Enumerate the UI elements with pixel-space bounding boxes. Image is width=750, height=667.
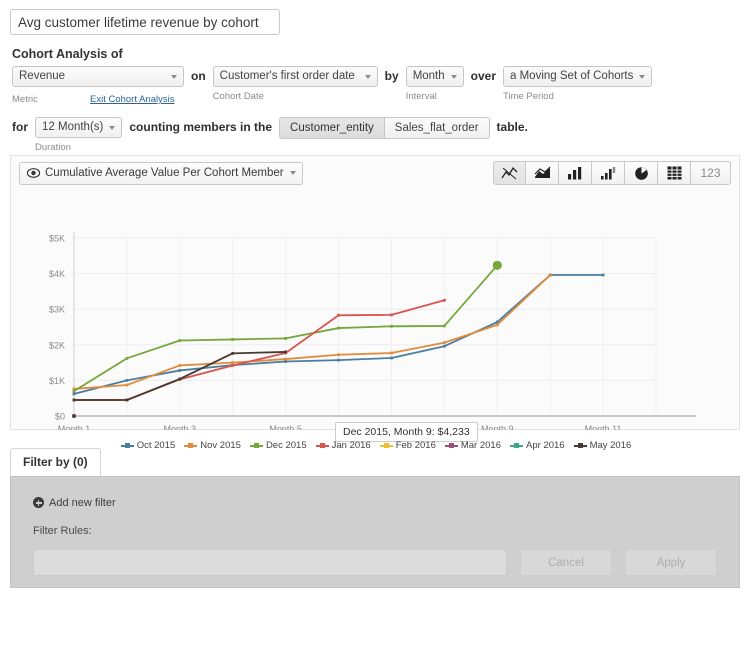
number-icon[interactable]: 123 bbox=[691, 161, 731, 185]
svg-text:Month 9: Month 9 bbox=[481, 424, 514, 430]
chart-panel: Cumulative Average Value Per Cohort Memb… bbox=[10, 155, 741, 451]
filter-rules-label: Filter Rules: bbox=[33, 525, 92, 537]
metric-control: Revenue Metric Exit Cohort Analysis bbox=[12, 66, 184, 105]
interval-value: Month bbox=[412, 70, 445, 82]
bar-chart-icon[interactable] bbox=[559, 161, 592, 185]
svg-text:$0: $0 bbox=[55, 412, 65, 422]
chevron-down-icon bbox=[639, 74, 646, 79]
eye-icon bbox=[27, 168, 40, 178]
line-chart-icon[interactable] bbox=[493, 161, 526, 185]
builder-heading: Cohort Analysis of bbox=[12, 47, 123, 61]
joiner-on: on bbox=[191, 69, 206, 83]
interval-select[interactable]: Month bbox=[405, 66, 464, 87]
interval-sublabel: Interval bbox=[405, 91, 437, 102]
cohort-date-sublabel: Cohort Date bbox=[212, 91, 264, 102]
legend-swatch bbox=[120, 442, 134, 448]
duration-control: 12 Month(s) Duration bbox=[35, 117, 123, 153]
pie-chart-icon[interactable] bbox=[625, 161, 658, 185]
builder-row-1: Revenue Metric Exit Cohort Analysis on C… bbox=[12, 66, 750, 105]
filter-body: Add new filter Filter Rules: Cancel Appl… bbox=[10, 476, 740, 588]
chart-tooltip: Dec 2015, Month 9: $4,233 bbox=[335, 422, 478, 442]
measure-label: Cumulative Average Value Per Cohort Memb… bbox=[45, 167, 284, 179]
tab-filter-by[interactable]: Filter by (0) bbox=[10, 448, 101, 476]
duration-value: 12 Month(s) bbox=[42, 121, 104, 133]
svg-text:$5K: $5K bbox=[49, 234, 65, 244]
chevron-down-icon bbox=[450, 74, 457, 79]
viz-type-group: 123 bbox=[493, 161, 731, 185]
svg-text:Month 5: Month 5 bbox=[269, 424, 302, 430]
svg-text:$3K: $3K bbox=[49, 305, 65, 315]
legend-swatch bbox=[379, 442, 393, 448]
metric-sublabel: Metric bbox=[12, 94, 38, 105]
legend-swatch bbox=[184, 442, 198, 448]
duration-sublabel: Duration bbox=[35, 142, 71, 153]
report-builder-page: Cohort Analysis of Revenue Metric Exit C… bbox=[0, 0, 750, 667]
svg-text:$4K: $4K bbox=[49, 269, 65, 279]
chart-toolbar: Cumulative Average Value Per Cohort Memb… bbox=[11, 156, 739, 190]
apply-button[interactable]: Apply bbox=[625, 549, 717, 576]
query-builder: Revenue Metric Exit Cohort Analysis on C… bbox=[0, 66, 750, 153]
chevron-down-icon bbox=[109, 125, 116, 130]
svg-text:Month 1: Month 1 bbox=[58, 424, 91, 430]
measure-select[interactable]: Cumulative Average Value Per Cohort Memb… bbox=[19, 161, 303, 185]
chevron-down-icon bbox=[171, 74, 177, 79]
report-title-input[interactable] bbox=[10, 9, 280, 35]
report-title-row bbox=[0, 0, 750, 35]
filter-controls: Cancel Apply bbox=[33, 549, 717, 576]
table-option-customer-entity[interactable]: Customer_entity bbox=[279, 117, 385, 139]
legend-swatch bbox=[510, 442, 523, 448]
add-new-filter-label: Add new filter bbox=[49, 496, 116, 509]
table-option-sales-flat-order[interactable]: Sales_flat_order bbox=[384, 117, 490, 139]
filter-tabs: Filter by (0) bbox=[10, 448, 740, 476]
svg-text:Month 11: Month 11 bbox=[585, 424, 622, 430]
joiner-over: over bbox=[470, 69, 497, 83]
svg-text:$2K: $2K bbox=[49, 340, 65, 350]
chevron-down-icon bbox=[289, 171, 296, 175]
exit-cohort-analysis-link[interactable]: Exit Cohort Analysis bbox=[90, 94, 174, 105]
counting-members-text: counting members in the bbox=[129, 120, 273, 134]
column-chart-icon[interactable] bbox=[592, 161, 625, 185]
svg-text:$1K: $1K bbox=[49, 376, 65, 386]
chevron-down-icon bbox=[364, 74, 371, 79]
time-period-sublabel: Time Period bbox=[503, 91, 554, 102]
builder-row-2: for 12 Month(s) Duration counting member… bbox=[12, 117, 750, 153]
time-period-select[interactable]: a Moving Set of Cohorts bbox=[503, 66, 653, 87]
duration-select[interactable]: 12 Month(s) bbox=[35, 117, 123, 138]
metric-select[interactable]: Revenue bbox=[12, 66, 184, 87]
cohort-date-control: Customer's first order date Cohort Date bbox=[212, 66, 378, 102]
legend-swatch bbox=[249, 442, 263, 448]
table-toggle-group: Customer_entity Sales_flat_order bbox=[279, 117, 490, 139]
add-new-filter-button[interactable]: Add new filter bbox=[33, 497, 116, 509]
interval-control: Month Interval bbox=[405, 66, 464, 102]
cancel-button[interactable]: Cancel bbox=[520, 549, 612, 576]
joiner-by: by bbox=[384, 69, 399, 83]
metric-value: Revenue bbox=[19, 70, 66, 82]
filter-section: Filter by (0) Add new filter Filter Rule… bbox=[10, 448, 740, 588]
cohort-date-select[interactable]: Customer's first order date bbox=[212, 66, 378, 87]
area-chart-icon[interactable] bbox=[526, 161, 559, 185]
svg-text:Month 3: Month 3 bbox=[164, 424, 197, 430]
metric-meta: Metric Exit Cohort Analysis bbox=[12, 90, 184, 105]
table-word: table. bbox=[496, 120, 528, 134]
cohort-date-value: Customer's first order date bbox=[219, 70, 355, 82]
plus-circle-icon bbox=[33, 497, 44, 508]
joiner-for: for bbox=[12, 120, 28, 134]
line-chart-svg: $0 $1K $2K $3K $4K $5K Month 1 Month 3 Month 5 Mo… bbox=[49, 232, 696, 430]
legend-swatch bbox=[444, 442, 458, 448]
time-period-control: a Moving Set of Cohorts Time Period bbox=[503, 66, 653, 102]
chart-plot-area: $0 $1K $2K $3K $4K $5K Month 1 Month 3 Month 5 Mo… bbox=[11, 190, 741, 451]
table-grid-icon[interactable] bbox=[658, 161, 691, 185]
time-period-value: a Moving Set of Cohorts bbox=[510, 70, 634, 82]
legend-swatch bbox=[573, 442, 587, 448]
filter-rules-input[interactable] bbox=[33, 549, 507, 576]
legend-swatch bbox=[315, 442, 329, 448]
